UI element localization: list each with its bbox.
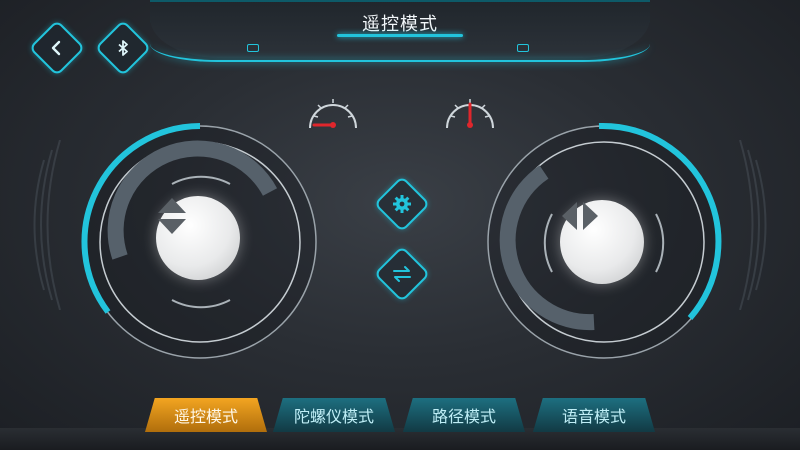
bottom-strip (0, 428, 800, 450)
header-notch-right (517, 44, 529, 52)
left-joystick[interactable] (80, 122, 320, 362)
tab-label: 遥控模式 (173, 407, 238, 426)
bluetooth-button[interactable] (94, 19, 152, 77)
right-joystick[interactable] (484, 122, 724, 362)
page-title: 遥控模式 (362, 14, 438, 35)
settings-button[interactable] (373, 175, 431, 233)
left-decor-lines (33, 140, 61, 310)
tab-voice-mode[interactable]: 语音模式 (533, 398, 655, 432)
header-notch-left (247, 44, 259, 52)
chevron-left-icon (48, 39, 66, 57)
tab-label: 陀螺仪模式 (293, 407, 374, 426)
tab-label: 路径模式 (431, 407, 496, 426)
left-joystick-knob[interactable] (156, 196, 240, 280)
right-joystick-knob[interactable] (560, 200, 644, 284)
tab-label: 语音模式 (561, 407, 626, 426)
right-decor-lines (739, 140, 767, 310)
swap-button[interactable] (373, 245, 431, 303)
tab-remote-mode[interactable]: 遥控模式 (145, 398, 267, 432)
back-button[interactable] (28, 19, 86, 77)
bluetooth-icon (114, 39, 132, 57)
gear-icon (392, 194, 412, 214)
swap-arrows-icon (392, 265, 412, 283)
tab-gyroscope-mode[interactable]: 陀螺仪模式 (273, 398, 395, 432)
tab-path-mode[interactable]: 路径模式 (403, 398, 525, 432)
title-underline (337, 34, 463, 37)
header-glow (150, 44, 650, 62)
